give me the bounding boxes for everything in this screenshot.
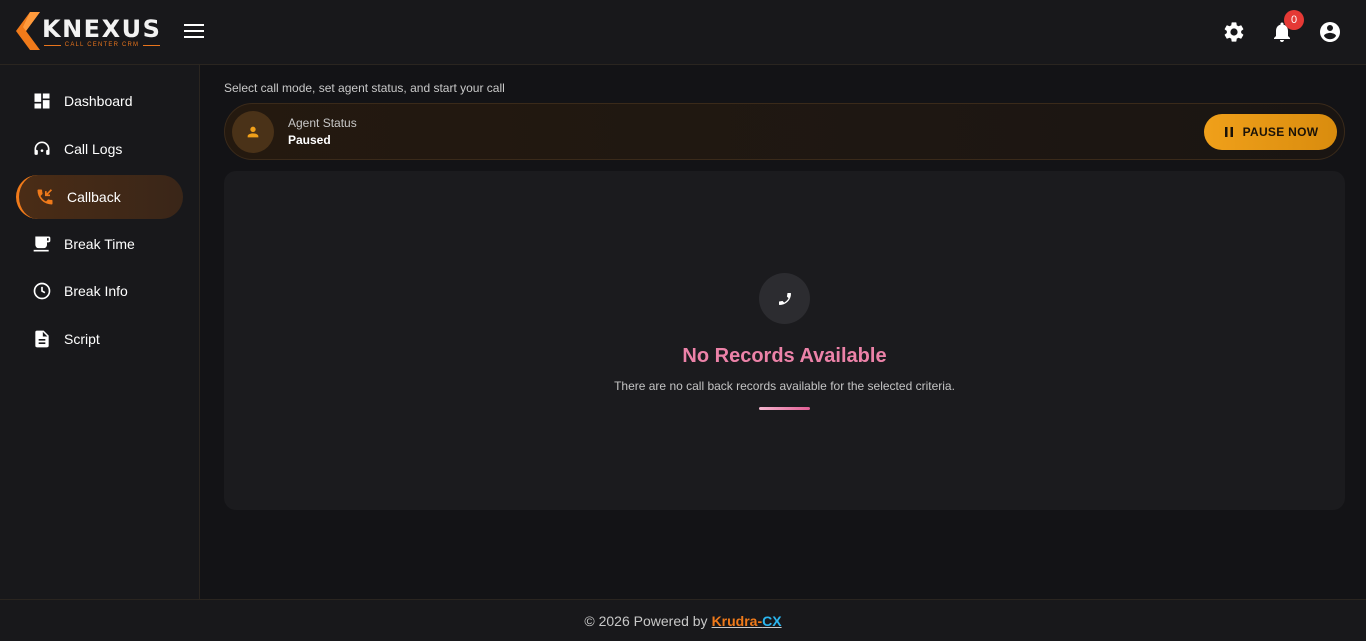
phone-icon <box>778 292 791 305</box>
brand-part1: Krudra <box>711 612 758 629</box>
brand-part2: CX <box>762 612 782 629</box>
sidebar-item-label: Callback <box>67 189 121 205</box>
sidebar-item-label: Break Time <box>64 236 135 252</box>
empty-state-title: No Records Available <box>682 345 887 367</box>
clock-icon <box>33 282 51 300</box>
sidebar-item-call-logs[interactable]: Call Logs <box>16 127 183 171</box>
sidebar-item-break-time[interactable]: Break Time <box>16 222 183 266</box>
logo-chevron-icon <box>16 12 40 50</box>
agent-status-label: Agent Status <box>288 116 357 130</box>
coffee-icon <box>33 236 51 252</box>
phone-callback-icon <box>37 189 53 205</box>
empty-records-card: No Records Available There are no call b… <box>224 171 1345 510</box>
document-icon <box>35 330 49 348</box>
phone-badge <box>759 273 810 324</box>
dashboard-icon <box>34 93 50 109</box>
main-content: Select call mode, set agent status, and … <box>200 65 1366 599</box>
pause-now-label: PAUSE NOW <box>1242 125 1319 139</box>
empty-state-divider <box>759 407 810 410</box>
top-bar: KNEXUS CALL CENTER CRM 0 <box>0 0 1366 65</box>
app-logo[interactable]: KNEXUS CALL CENTER CRM <box>16 12 162 52</box>
sidebar-item-break-info[interactable]: Break Info <box>16 269 183 313</box>
pause-now-button[interactable]: PAUSE NOW <box>1204 114 1337 150</box>
sidebar-item-label: Break Info <box>64 283 128 299</box>
sidebar: Dashboard Call Logs Callback Break Time … <box>0 65 200 599</box>
pause-icon <box>1224 127 1233 137</box>
footer-text: © 2026 Powered by <box>584 612 708 629</box>
headset-icon <box>34 141 50 155</box>
logo-text: KNEXUS <box>42 15 162 43</box>
footer-brand-link[interactable]: Krudra-CX <box>712 613 782 629</box>
menu-icon[interactable] <box>184 24 204 40</box>
instruction-text: Select call mode, set agent status, and … <box>224 81 505 95</box>
empty-state-description: There are no call back records available… <box>614 379 955 393</box>
logo-subtitle: CALL CENTER CRM <box>44 42 160 48</box>
sidebar-item-script[interactable]: Script <box>16 317 183 361</box>
sidebar-item-callback[interactable]: Callback <box>16 175 183 219</box>
sidebar-item-label: Script <box>64 331 100 347</box>
agent-status-bar: Agent Status Paused PAUSE NOW <box>224 103 1345 160</box>
agent-avatar <box>232 111 274 153</box>
sidebar-item-label: Dashboard <box>64 93 133 109</box>
account-icon[interactable] <box>1318 20 1342 44</box>
gear-icon[interactable] <box>1222 20 1246 44</box>
sidebar-item-dashboard[interactable]: Dashboard <box>16 79 183 123</box>
person-icon <box>247 126 259 138</box>
notification-badge: 0 <box>1284 10 1304 30</box>
sidebar-item-label: Call Logs <box>64 141 123 157</box>
footer: © 2026 Powered by Krudra-CX <box>0 599 1366 641</box>
agent-status-value: Paused <box>288 133 331 147</box>
